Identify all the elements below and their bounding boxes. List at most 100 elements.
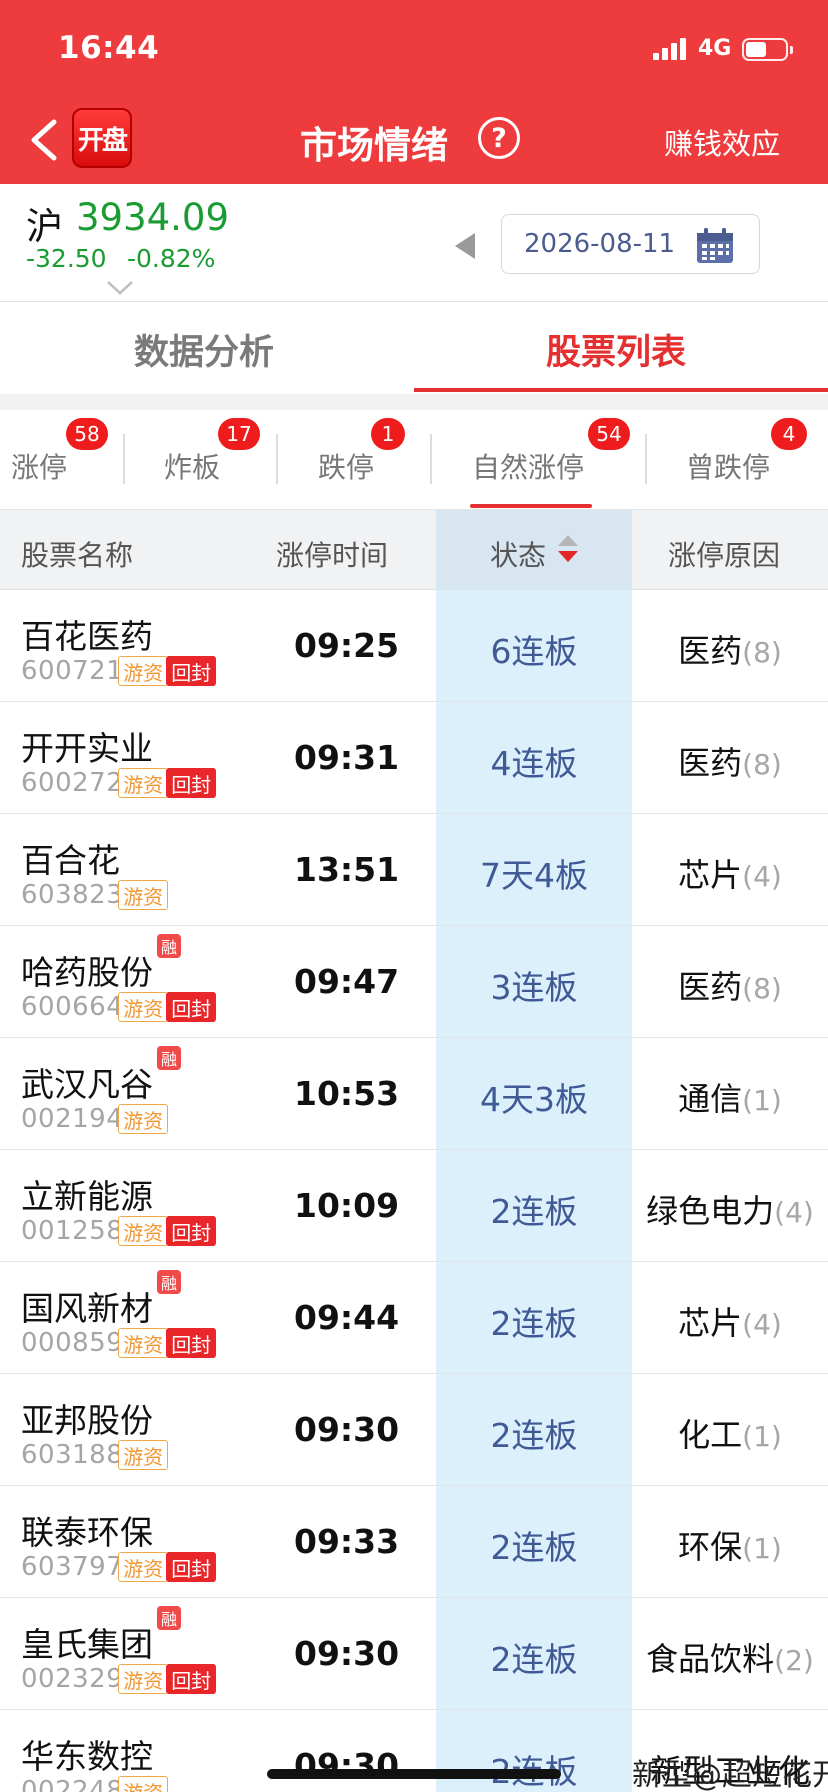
sort-asc-icon[interactable]: [558, 535, 578, 546]
divider: [123, 434, 125, 484]
stock-name[interactable]: 亚邦股份: [21, 1394, 153, 1442]
subtab-limit-down[interactable]: 跌停: [318, 446, 374, 486]
header-status-cell[interactable]: 状态: [436, 510, 632, 590]
reason-count: (4): [742, 1308, 782, 1341]
limit-up-time: 09:30: [294, 1410, 400, 1449]
limit-up-reason[interactable]: 环保(1): [632, 1522, 828, 1568]
table-row[interactable]: 百合花 融 603823 游资 13:51 7天4板 芯片(4): [0, 814, 828, 926]
header-status[interactable]: 状态: [490, 534, 546, 574]
limit-up-reason[interactable]: 通信(1): [632, 1074, 828, 1120]
stock-code: 002248: [21, 1776, 124, 1792]
limit-up-reason[interactable]: 医药(8): [632, 626, 828, 672]
reason-count: (8): [742, 972, 782, 1005]
header-stock-name[interactable]: 股票名称: [21, 534, 133, 574]
stock-name[interactable]: 联泰环保: [21, 1506, 153, 1554]
table-row[interactable]: 联泰环保 融 603797 游资回封 09:33 2连板 环保(1): [0, 1486, 828, 1598]
prev-date-icon[interactable]: [455, 233, 475, 259]
header-reason[interactable]: 涨停原因: [668, 534, 780, 574]
reason-text: 医药: [678, 632, 743, 670]
reason-text: 医药: [678, 968, 743, 1006]
limit-up-reason[interactable]: 芯片(4): [632, 1298, 828, 1344]
subtab-natural-limit-up[interactable]: 自然涨停: [472, 446, 584, 486]
table-row[interactable]: 皇氏集团 融 002329 游资 回封 09:30 2连板 食品饮料(2): [0, 1598, 828, 1710]
subtab-limit-up[interactable]: 涨停: [11, 446, 67, 486]
stock-name[interactable]: 华东数控: [21, 1730, 153, 1778]
stock-name[interactable]: 哈药股份: [21, 946, 153, 994]
limit-up-reason[interactable]: 医药(8): [632, 962, 828, 1008]
table-row[interactable]: 立新能源 融 001258 游资回封 10:09 2连板 绿色电力(4): [0, 1150, 828, 1262]
subtab-broken-board[interactable]: 炸板: [164, 446, 220, 486]
stock-code: 603823: [21, 880, 124, 910]
divider: [430, 434, 432, 484]
limit-up-reason[interactable]: 食品饮料(2): [632, 1634, 828, 1680]
battery-icon: [742, 38, 793, 61]
limit-up-reason[interactable]: 芯片(4): [632, 850, 828, 896]
header-limit-time[interactable]: 涨停时间: [276, 534, 388, 574]
stock-code: 603797: [21, 1552, 124, 1582]
index-value: 3934.09: [76, 196, 230, 239]
limit-up-reason[interactable]: 化工(1): [632, 1410, 828, 1456]
stock-name[interactable]: 百合花: [21, 834, 120, 882]
limit-up-time: 09:47: [294, 962, 400, 1001]
reason-count: (8): [742, 636, 782, 669]
board-status: 6连板: [490, 632, 578, 671]
tab-data-analysis[interactable]: 数据分析: [134, 324, 274, 375]
limit-up-time: 09:31: [294, 738, 400, 777]
subtab-badge: 1: [371, 418, 405, 450]
board-status: 4连板: [490, 744, 578, 783]
watermark: 新型@超短花开: [632, 1758, 828, 1792]
index-change-pct: -0.82%: [127, 244, 216, 273]
stock-name[interactable]: 武汉凡谷: [21, 1058, 153, 1106]
signal-icon: [653, 38, 687, 60]
reason-count: (8): [742, 748, 782, 781]
table-row[interactable]: 武汉凡谷 融 002194 游资 10:53 4天3板 通信(1): [0, 1038, 828, 1150]
table-row[interactable]: 哈药股份 融 600664 游资 回封 09:47 3连板 医药(8): [0, 926, 828, 1038]
money-effect-link[interactable]: 赚钱效应: [664, 121, 780, 163]
limit-up-time: 09:30: [294, 1634, 400, 1673]
tag-youzi: 游资: [118, 656, 169, 686]
stock-name[interactable]: 开开实业: [21, 722, 153, 770]
tag-youzi: 游资: [118, 1104, 169, 1134]
divider: [645, 434, 647, 484]
board-status: 3连板: [490, 968, 578, 1007]
board-status: 7天4板: [480, 856, 588, 895]
limit-up-reason[interactable]: 绿色电力(4): [632, 1186, 828, 1232]
tab-stock-list[interactable]: 股票列表: [546, 324, 686, 375]
table-row[interactable]: 开开实业 融 600272 游资回封 09:31 4连板 医药(8): [0, 702, 828, 814]
tag-youzi: 游资: [118, 1216, 169, 1246]
table-row[interactable]: 国风新材 融 000859 游资 回封 09:44 2连板 芯片(4): [0, 1262, 828, 1374]
index-summary: 沪 3934.09 -32.50 -0.82% 2026-08-11: [0, 184, 828, 302]
tag-youzi: 游资: [118, 880, 169, 910]
board-status: 2连板: [490, 1416, 578, 1455]
board-status: 2连板: [490, 1192, 578, 1231]
board-status: 2连板: [490, 1640, 578, 1679]
back-icon[interactable]: [26, 118, 62, 162]
table-row[interactable]: 亚邦股份 融 603188 游资 09:30 2连板 化工(1): [0, 1374, 828, 1486]
limit-up-reason[interactable]: 医药(8): [632, 738, 828, 784]
reason-text: 食品饮料: [646, 1640, 775, 1678]
reason-text: 通信: [678, 1080, 743, 1118]
limit-up-time: 09:25: [294, 626, 400, 665]
chevron-down-icon[interactable]: [106, 280, 134, 296]
stock-name[interactable]: 立新能源: [21, 1170, 153, 1218]
reason-count: (2): [774, 1644, 814, 1677]
tag-youzi: 游资: [118, 1776, 169, 1792]
tag-huifeng: 回封: [166, 992, 217, 1022]
reason-text: 芯片: [678, 856, 743, 894]
tag-youzi: 游资: [118, 992, 169, 1022]
subtab-once-limit-down[interactable]: 曾跌停: [686, 446, 770, 486]
stock-name[interactable]: 国风新材: [21, 1282, 153, 1330]
table-row[interactable]: 百花医药 融 600721 游资回封 09:25 6连板 医药(8): [0, 590, 828, 702]
stock-code: 603188: [21, 1440, 124, 1470]
subtab-badge: 54: [588, 418, 630, 450]
board-status: 2连板: [490, 1304, 578, 1343]
help-icon[interactable]: ?: [478, 117, 520, 159]
stock-name[interactable]: 皇氏集团: [21, 1618, 153, 1666]
tag-huifeng: 回封: [166, 1552, 217, 1582]
tag-huifeng: 回封: [166, 1664, 217, 1694]
sort-desc-icon[interactable]: [558, 551, 578, 562]
stock-name[interactable]: 百花医药: [21, 610, 153, 658]
reason-text: 芯片: [678, 1304, 743, 1342]
date-picker[interactable]: 2026-08-11: [501, 214, 760, 274]
reason-count: (4): [774, 1196, 814, 1229]
